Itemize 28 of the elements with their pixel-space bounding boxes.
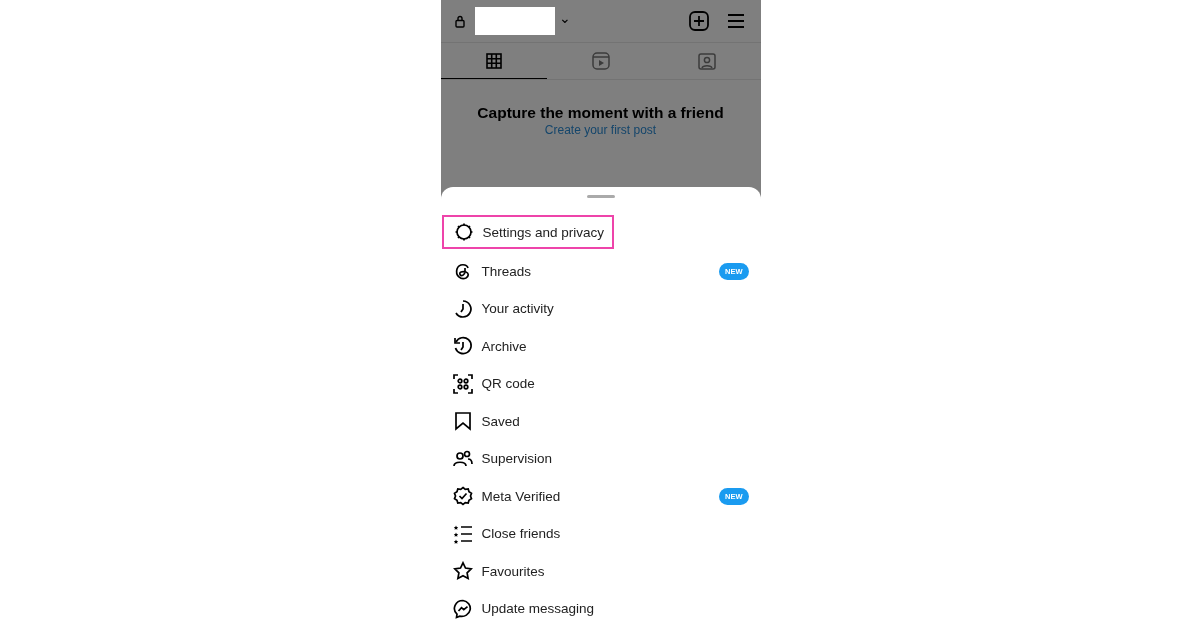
menu-item[interactable]: Settings and privacy [441, 215, 614, 249]
bookmark-icon [452, 411, 473, 432]
menu-item[interactable]: Archive [440, 327, 761, 365]
verified-badge-icon [452, 486, 473, 507]
add-icon[interactable] [688, 11, 709, 31]
grid-icon [485, 52, 502, 69]
dropdown-caret[interactable]: ⌄ [558, 11, 571, 25]
menu-item[interactable]: Supervision [440, 440, 761, 478]
clock-icon [452, 298, 473, 319]
empty-state-title: Capture the moment with a friend [477, 104, 724, 122]
qr-code-icon [452, 373, 473, 394]
menu-item[interactable]: Favourites [440, 552, 761, 590]
lock-icon [454, 14, 465, 28]
menu-item[interactable]: Saved [440, 402, 761, 440]
menu-icon[interactable] [726, 13, 745, 29]
settings-icon [453, 222, 474, 242]
menu-item[interactable]: QR code [440, 365, 761, 403]
drag-handle[interactable] [586, 195, 615, 198]
menu-item[interactable]: Close friends [440, 515, 761, 553]
star-list-icon [452, 523, 473, 544]
menu-item[interactable]: Your activity [440, 290, 761, 328]
menu-item[interactable]: Update messaging [440, 590, 761, 628]
star-icon [452, 561, 473, 582]
person-tag-icon [698, 51, 717, 70]
people-icon [452, 448, 473, 469]
messenger-icon [452, 598, 473, 619]
history-icon [452, 336, 473, 357]
play-icon [591, 51, 610, 70]
